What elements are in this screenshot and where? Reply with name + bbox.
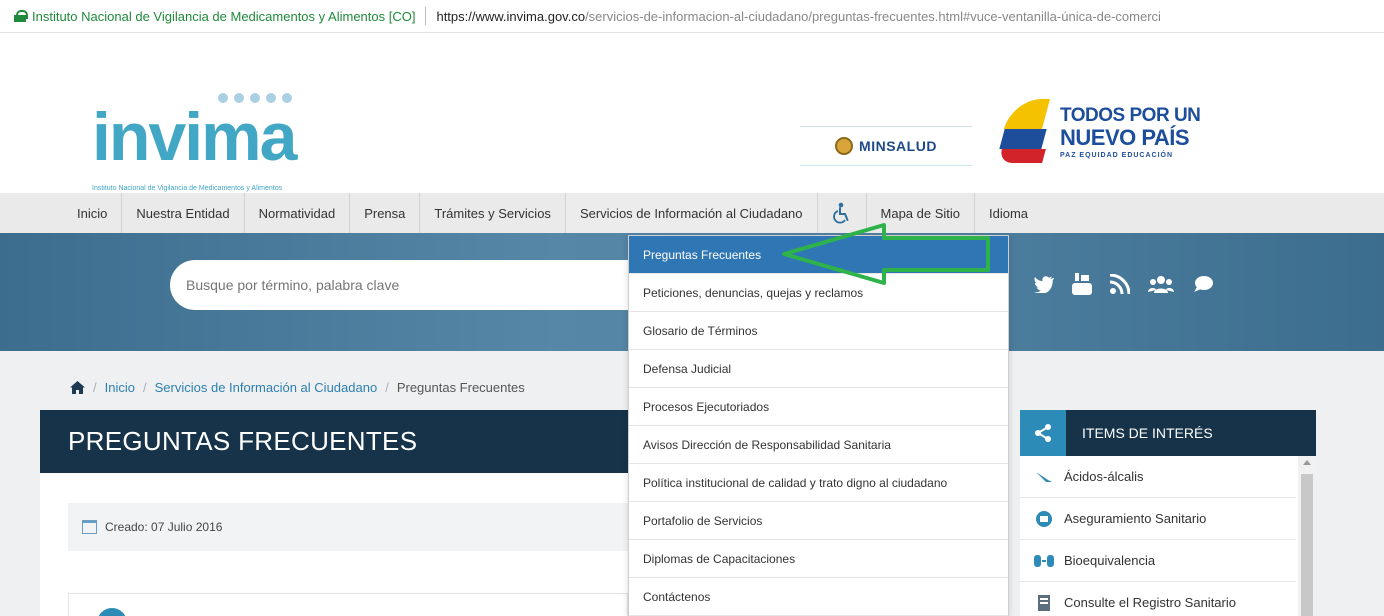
url-host[interactable]: https://www.invima.gov.co [436,9,585,24]
menu-item-defensa-judicial[interactable]: Defensa Judicial [629,350,1008,388]
breadcrumb: / Inicio / Servicios de Información al C… [70,380,525,395]
sidebar-scrollbar[interactable] [1298,456,1316,616]
community-icon[interactable] [1148,275,1174,293]
sidebar-title: ITEMS DE INTERÉS [1082,425,1213,441]
sidebar-item-aseguramiento[interactable]: Aseguramiento Sanitario [1020,498,1296,540]
sidebar-item-acidos-alcalis[interactable]: Ácidos-álcalis [1020,456,1296,498]
sidebar-header: ITEMS DE INTERÉS [1020,410,1316,456]
nav-nuestra-entidad[interactable]: Nuestra Entidad [122,193,245,233]
chat-icon[interactable] [1192,275,1214,293]
sidebar-list: Ácidos-álcalis Aseguramiento Sanitario B… [1020,456,1316,616]
nav-normatividad[interactable]: Normatividad [245,193,351,233]
menu-item-procesos-ejecutoriados[interactable]: Procesos Ejecutoriados [629,388,1008,426]
sidebar-item-label: Consulte el Registro Sanitario [1064,595,1236,610]
sidebar-item-registro-sanitario[interactable]: Consulte el Registro Sanitario [1020,582,1296,616]
menu-item-politica-institucional[interactable]: Política institucional de calidad y trat… [629,464,1008,502]
minsalud-text: MINSALUD [859,138,937,154]
capsules-icon [1034,554,1054,567]
items-de-interes-panel: ITEMS DE INTERÉS Ácidos-álcalis Aseguram… [1020,410,1316,616]
url-path[interactable]: /servicios-de-informacion-al-ciudadano/p… [585,9,1161,24]
sidebar-item-label: Ácidos-álcalis [1064,469,1144,484]
logo-tagline: Instituto Nacional de Vigilancia de Medi… [92,185,283,192]
sidebar-item-label: Aseguramiento Sanitario [1064,511,1207,526]
seal-icon [835,137,854,155]
menu-item-portafolio[interactable]: Portafolio de Servicios [629,502,1008,540]
menu-item-avisos[interactable]: Avisos Dirección de Responsabilidad Sani… [629,426,1008,464]
breadcrumb-current: Preguntas Frecuentes [396,380,525,395]
menu-item-contactenos[interactable]: Contáctenos [629,578,1008,616]
invima-logo[interactable]: invima [92,103,297,171]
breadcrumb-inicio[interactable]: Inicio [105,380,135,395]
servicios-dropdown-menu: Preguntas Frecuentes Peticiones, denunci… [628,235,1009,616]
todos-logo-mark [998,99,1051,169]
content-panel: Creado: 07 Julio 2016 [40,473,630,616]
nav-inicio[interactable]: Inicio [63,193,123,233]
nav-prensa[interactable]: Prensa [350,193,421,233]
breadcrumb-separator: / [93,380,97,395]
faq-card-icon [97,608,127,616]
rss-icon[interactable] [1110,274,1130,294]
scrollbar-thumb[interactable] [1301,474,1313,616]
minsalud-logo[interactable]: MINSALUD [800,126,972,166]
share-icon-box[interactable] [1020,410,1066,456]
sidebar-item-bioequivalencia[interactable]: Bioequivalencia [1020,540,1296,582]
accessibility-icon [832,202,849,224]
todos-line3: PAZ EQUIDAD EDUCACIÓN [1060,152,1174,159]
todos-line2: NUEVO PAÍS [1060,125,1190,150]
todos-line1: TODOS POR UN [1060,105,1201,126]
breadcrumb-servicios[interactable]: Servicios de Información al Ciudadano [155,380,378,395]
scroll-up-arrow-icon[interactable] [1303,460,1311,465]
faq-card [68,593,628,616]
breadcrumb-separator: / [385,380,389,395]
lock-icon [14,10,28,22]
address-bar[interactable]: Instituto Nacional de Vigilancia de Medi… [0,0,1384,33]
menu-item-diplomas[interactable]: Diplomas de Capacitaciones [629,540,1008,578]
shield-icon [1036,510,1052,527]
annotation-arrow [782,223,990,285]
site-header: invima Instituto Nacional de Vigilancia … [0,33,1384,193]
page-title: PREGUNTAS FRECUENTES [40,410,630,473]
twitter-icon[interactable] [1034,275,1054,293]
created-date: Creado: 07 Julio 2016 [68,503,628,551]
nav-tramites[interactable]: Trámites y Servicios [420,193,566,233]
sidebar-item-label: Bioequivalencia [1064,553,1156,568]
todos-logo[interactable]: TODOS POR UN NUEVO PAÍS PAZ EQUIDAD EDUC… [1060,105,1201,159]
breadcrumb-separator: / [142,380,147,395]
created-text: Creado: 07 Julio 2016 [105,520,223,534]
main-nav: Inicio Nuestra Entidad Normatividad Pren… [0,193,1384,233]
youtube-icon[interactable] [1072,273,1092,295]
social-links [1034,273,1214,295]
address-divider [425,7,427,25]
menu-item-glosario[interactable]: Glosario de Términos [629,312,1008,350]
home-icon[interactable] [70,381,85,394]
search-input[interactable] [170,260,640,310]
share-icon [1035,424,1051,442]
document-icon [1038,594,1050,611]
pipette-icon [1036,471,1052,482]
site-identity: Instituto Nacional de Vigilancia de Medi… [32,8,416,24]
calendar-icon [82,520,97,534]
